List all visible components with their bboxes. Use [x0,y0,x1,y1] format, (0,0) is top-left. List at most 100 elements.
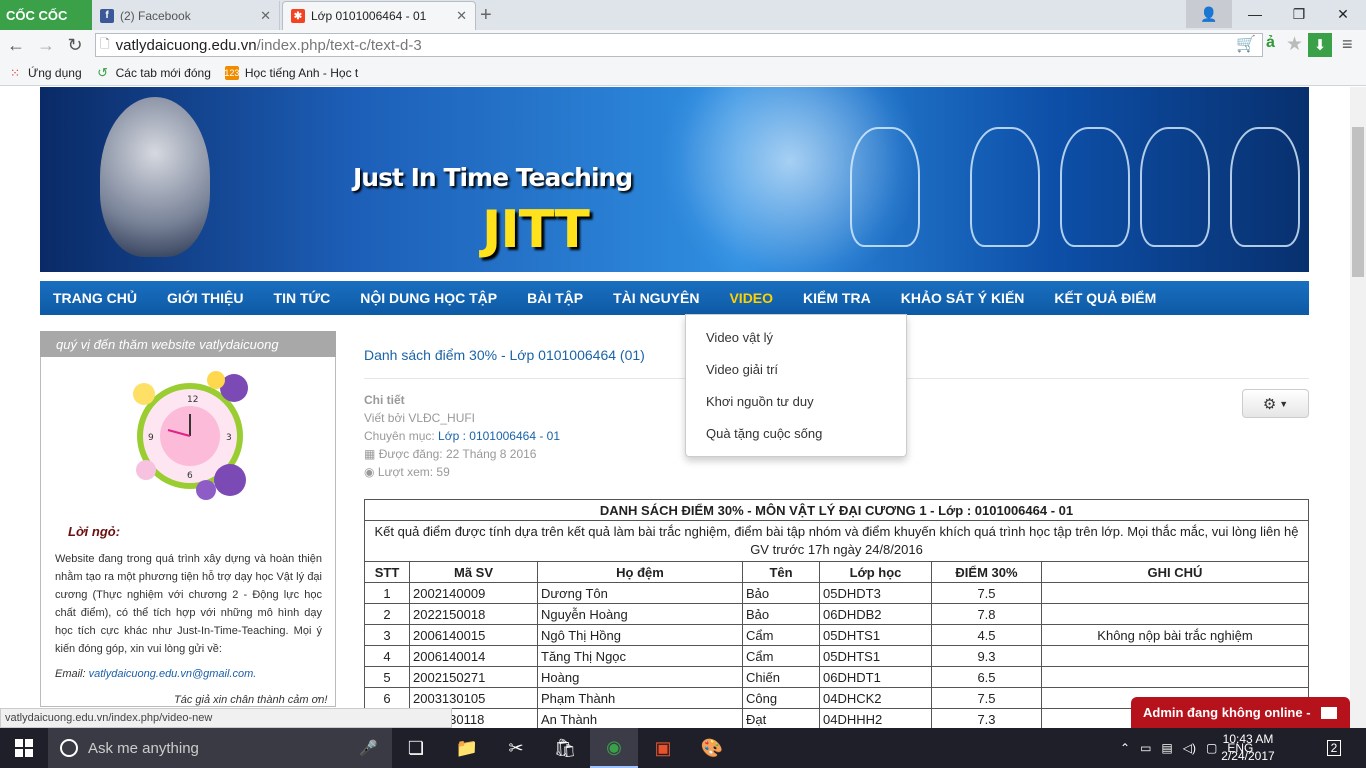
tab-lop[interactable]: ✱ Lớp 0101006464 - 01 ✕ [282,1,476,30]
cell-ho-dem: Dương Tôn [537,582,743,604]
email-label: Email: [55,668,86,680]
maximize-button[interactable]: ❐ [1276,0,1322,28]
microphone-icon[interactable]: 🎤 [359,739,378,757]
task-view-icon[interactable]: ❏ [392,728,440,768]
cell-lop: 05DHTS1 [819,624,932,646]
coccoc-logo[interactable]: CỐC CỐC [0,0,92,30]
views-text: Lượt xem: 59 [377,465,450,479]
forward-button[interactable]: → [34,33,58,57]
status-bar-url: vatlydaicuong.edu.vn/index.php/video-new [0,708,452,728]
cell-ten: Đạt [742,708,820,730]
chat-widget[interactable]: Admin đang không online - [1131,697,1350,728]
cell-stt: 1 [364,582,410,604]
email-link[interactable]: vatlydaicuong.edu.vn@gmail.com. [89,668,257,680]
menu-icon[interactable]: ≡ [1342,34,1353,55]
show-hidden-icons[interactable]: ⌃ [1120,741,1130,755]
menu-item-qua-tang-cuoc-song[interactable]: Quà tặng cuộc sống [686,417,906,449]
table-row: 2 2022150018 Nguyễn Hoàng Bảo 06DHDB2 7.8 [364,603,1309,625]
nav-gioi-thieu[interactable]: GIỚI THIỆU [152,290,259,306]
details-label: Chi tiết [364,393,405,407]
runner-figure [1060,127,1130,247]
back-button[interactable]: ← [4,33,28,57]
cell-diem: 7.8 [931,603,1042,625]
article-tools-button[interactable]: ⚙ ▼ [1242,389,1309,418]
star-icon[interactable]: ★ [1286,33,1303,56]
table-row: 1 2002140009 Dương Tôn Bảo 05DHDT3 7.5 [364,582,1309,604]
cart-icon[interactable]: 🛒 [1236,34,1258,56]
menu-item-khoi-nguon-tu-duy[interactable]: Khơi nguồn tư duy [686,385,906,417]
cell-lop: 06DHDT1 [819,666,932,688]
taskbar-clock[interactable]: 10:43 AM 2/24/2017 [1218,731,1278,765]
paint-tool-icon[interactable]: ✂ [492,728,540,768]
clock-date: 2/24/2017 [1221,749,1275,763]
cell-ma-sv: 2006140014 [409,645,538,667]
col-ma-sv: Mã SV [409,561,538,583]
envelope-icon [1320,706,1337,719]
nav-tai-nguyen[interactable]: TÀI NGUYÊN [598,290,714,306]
battery-icon[interactable]: ▭ [1140,741,1151,755]
cortana-search-box[interactable]: Ask me anything 🎤 [48,728,392,768]
clock-time: 10:43 AM [1222,732,1274,746]
cell-ho-dem: An Thành [537,708,743,730]
svg-text:3: 3 [226,433,232,443]
nav-noi-dung-hoc-tap[interactable]: NỘI DUNG HỌC TẬP [345,290,512,306]
article-category: Chuyên mục: Lớp : 0101006464 - 01 [364,429,560,443]
facebook-icon: f [100,8,114,23]
nav-ket-qua-diem[interactable]: KẾT QUẢ ĐIỂM [1039,290,1171,306]
network-icon[interactable]: ▤ [1161,741,1172,755]
nav-trang-chu[interactable]: TRANG CHỦ [40,290,152,306]
cell-stt: 5 [364,666,410,688]
new-tab-button[interactable]: + [480,4,492,27]
store-icon[interactable]: 🛍 [541,728,589,768]
nav-tin-tuc[interactable]: TIN TỨC [259,290,346,306]
profile-icon[interactable]: 👤 [1186,0,1232,28]
volume-icon[interactable]: ◁) [1183,741,1196,755]
scrollbar-thumb[interactable] [1352,127,1364,277]
minimize-button[interactable]: — [1232,0,1278,28]
article-title[interactable]: Danh sách điểm 30% - Lớp 0101006464 (01) [364,347,645,363]
bookmark-label: Ứng dụng [28,65,82,80]
tab-facebook[interactable]: f (2) Facebook ✕ [92,1,280,30]
address-bar[interactable]: 🗋 vatlydaicuong.edu.vn/index.php/text-c/… [95,33,1263,57]
menu-item-video-vat-ly[interactable]: Video vật lý [686,321,906,353]
nav-bai-tap[interactable]: BÀI TẬP [512,290,598,306]
runner-figure [1140,127,1210,247]
nav-video[interactable]: VIDEO [714,290,788,306]
message-icon[interactable]: ▢ [1206,741,1217,755]
cell-ma-sv: 2002140009 [409,582,538,604]
vietnamese-input-icon[interactable]: ả [1266,34,1275,52]
menu-item-video-giai-tri[interactable]: Video giải trí [686,353,906,385]
page-icon: 🗋 [100,36,110,51]
cell-diem: 4.5 [931,624,1042,646]
cell-ghi-chu [1041,603,1309,625]
nav-kiem-tra[interactable]: KIỂM TRA [788,290,886,306]
dictionary-app-icon[interactable]: ▣ [639,728,687,768]
download-icon[interactable]: ⬇ [1308,33,1332,57]
start-button[interactable] [0,728,48,768]
cell-lop: 04DHCK2 [819,687,932,709]
file-explorer-icon[interactable]: 📁 [443,728,491,768]
cell-ho-dem: Hoàng [537,666,743,688]
nav-khao-sat[interactable]: KHẢO SÁT Ý KIẾN [886,290,1040,306]
col-lop-hoc: Lớp học [819,561,932,583]
bookmark-closed-tabs[interactable]: ↺ Các tab mới đóng [96,65,211,80]
cell-stt: 6 [364,687,410,709]
close-window-button[interactable]: ✕ [1320,0,1366,28]
bookmark-hoc-tieng-anh[interactable]: 123 Học tiếng Anh - Học t [224,65,358,80]
category-link[interactable]: Lớp : 0101006464 - 01 [438,429,560,443]
cell-ma-sv: 2002150271 [409,666,538,688]
runner-figure [850,127,920,247]
paint-icon[interactable]: 🎨 [688,728,736,768]
action-center-icon[interactable]: 2 [1322,736,1346,760]
bookmark-apps[interactable]: ⁙ Ứng dụng [8,66,82,80]
cell-diem: 7.5 [931,582,1042,604]
cell-diem: 9.3 [931,645,1042,667]
cell-ghi-chu: Không nộp bài trắc nghiệm [1041,624,1309,646]
close-tab-icon[interactable]: ✕ [260,8,271,24]
video-dropdown-menu: Video vật lý Video giải trí Khơi nguồn t… [685,314,907,457]
joomla-icon: ✱ [291,9,305,23]
reload-button[interactable]: ↻ [63,33,87,57]
close-tab-icon[interactable]: ✕ [456,8,467,24]
cell-lop: 05DHTS1 [819,645,932,667]
coccoc-taskbar-icon[interactable]: ◉ [590,728,638,768]
